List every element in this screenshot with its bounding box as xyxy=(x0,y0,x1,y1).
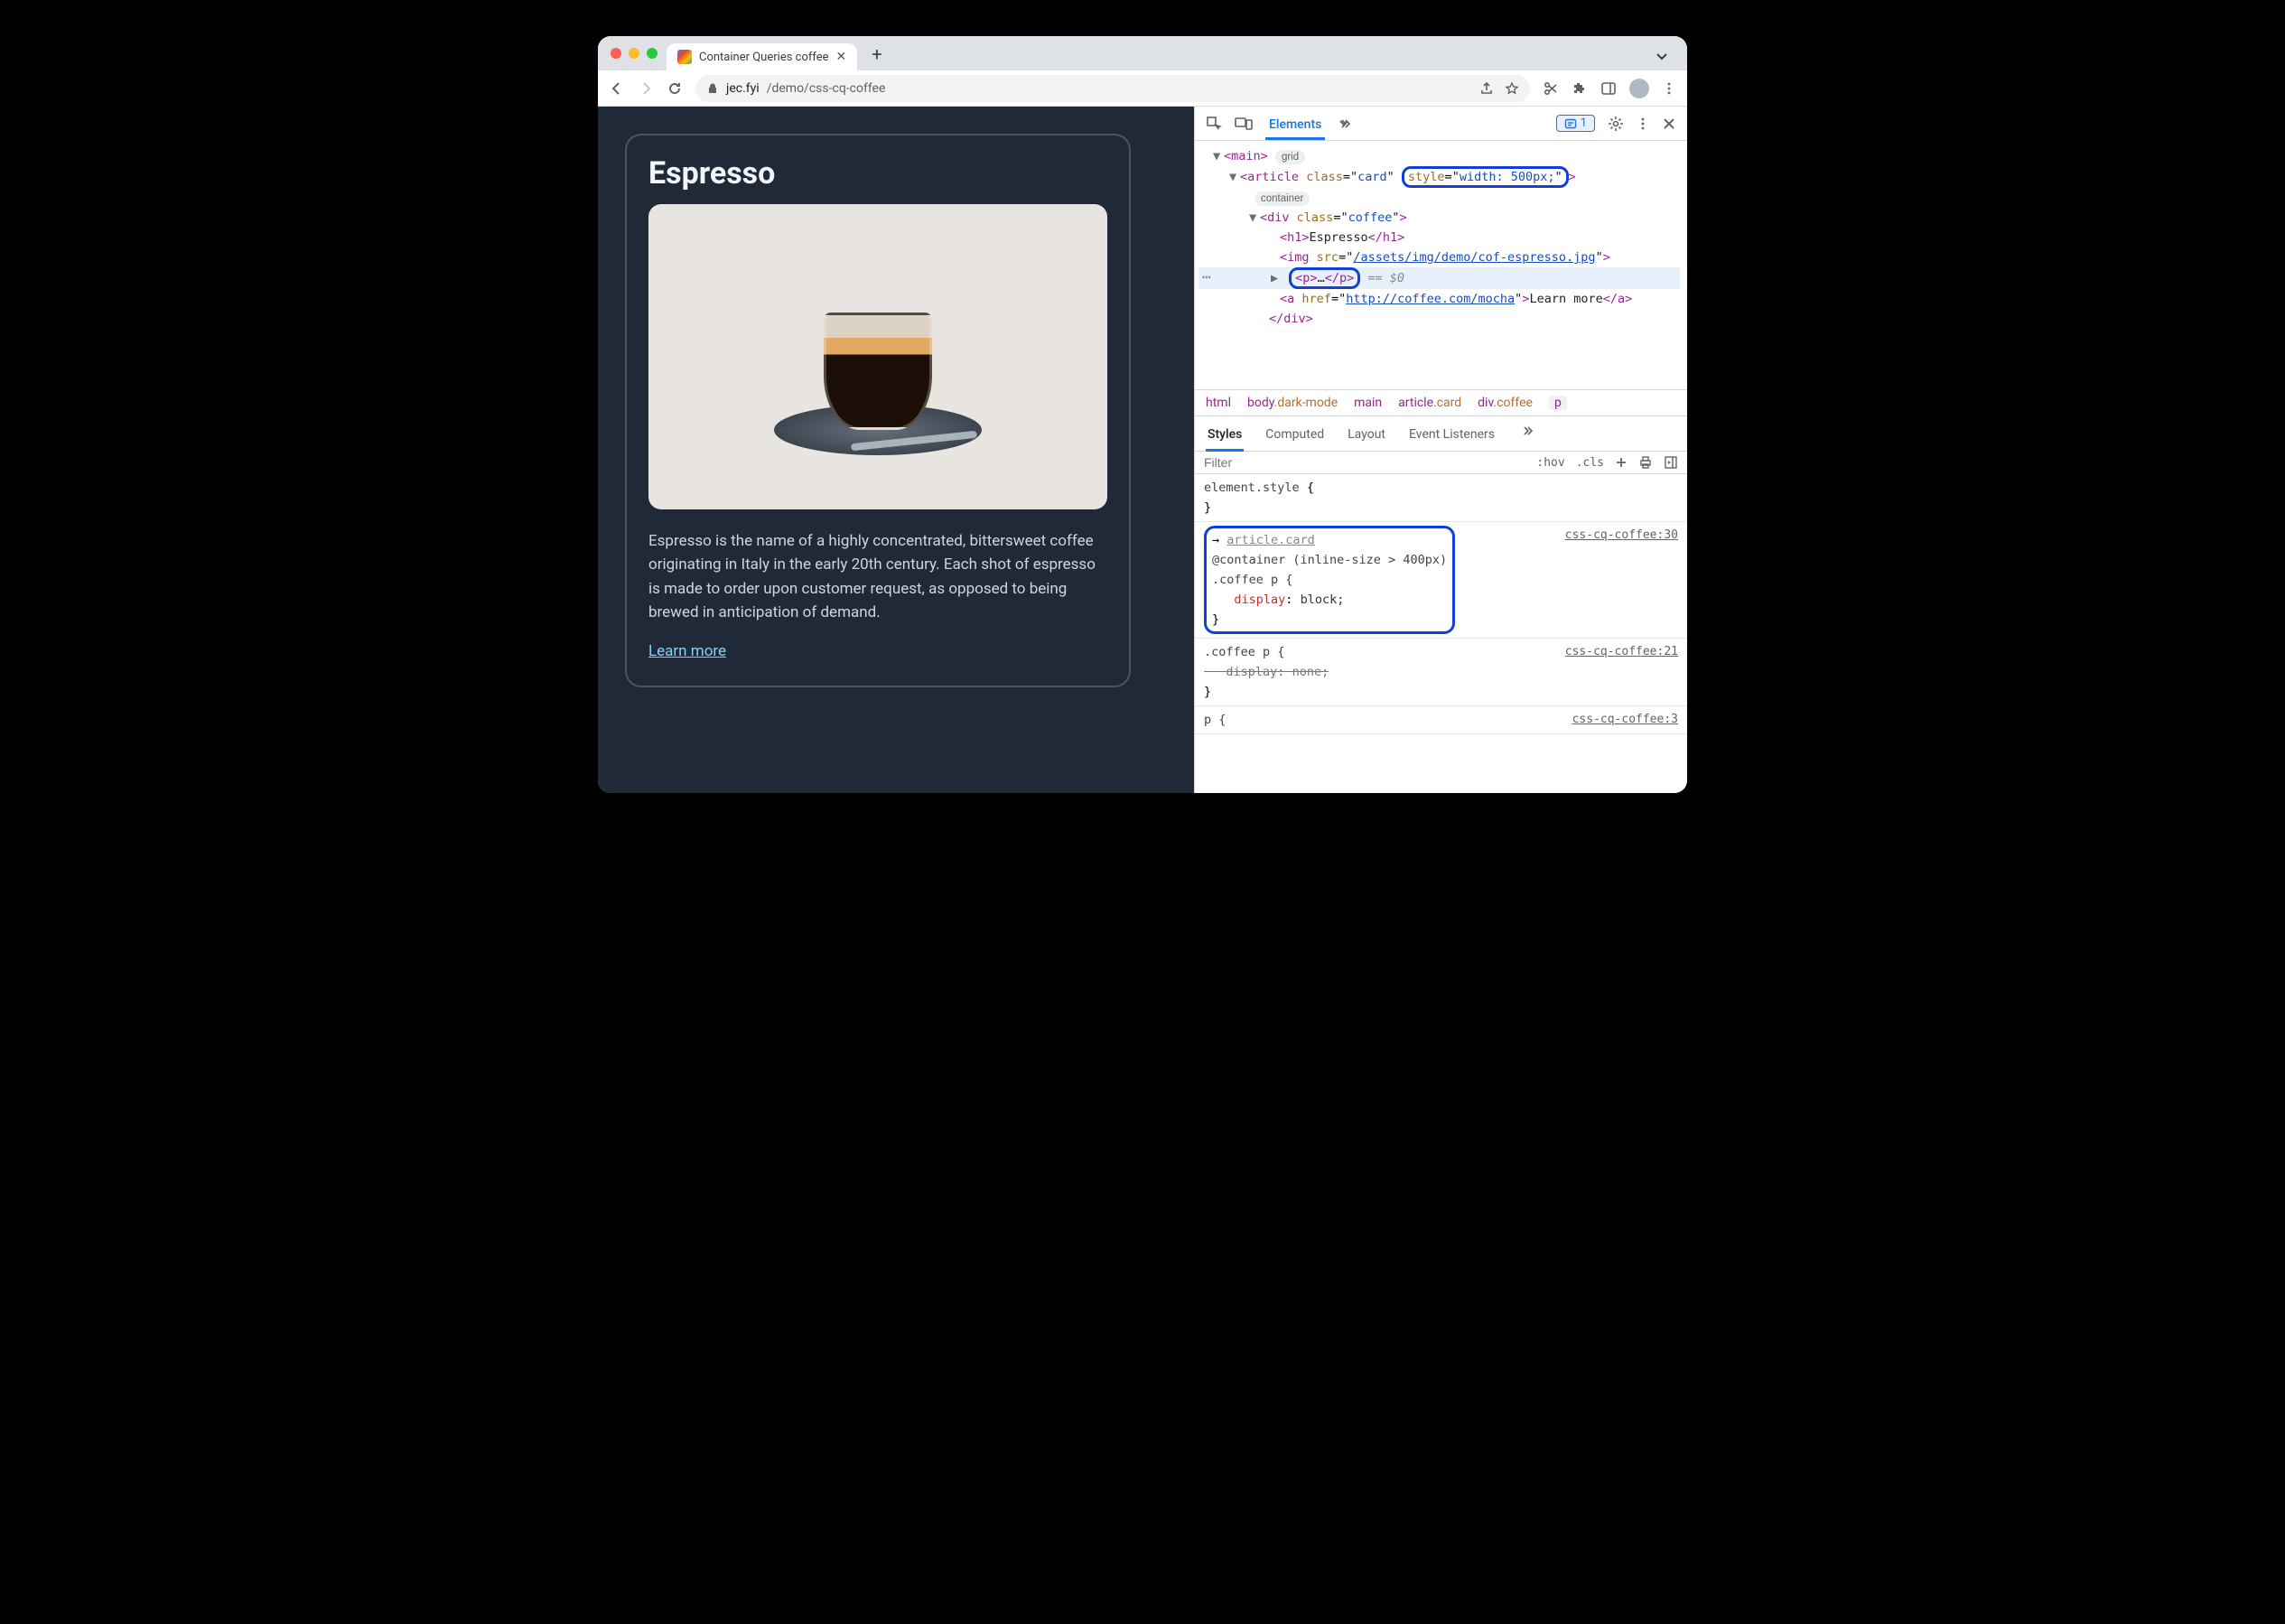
new-rule-icon[interactable] xyxy=(1615,456,1627,469)
coffee-image xyxy=(648,204,1107,509)
styles-tabs: Styles Computed Layout Event Listeners xyxy=(1195,416,1687,452)
bookmark-icon[interactable] xyxy=(1505,81,1519,96)
card-title: Espresso xyxy=(648,155,1107,191)
rule-container-query[interactable]: css-cq-coffee:30 → article.card @contain… xyxy=(1195,522,1687,639)
tab-close-button[interactable]: ✕ xyxy=(836,50,847,64)
device-toggle-icon[interactable] xyxy=(1235,116,1253,132)
more-styles-tabs-icon[interactable] xyxy=(1520,424,1534,451)
event-listeners-tab[interactable]: Event Listeners xyxy=(1407,424,1497,451)
menu-button[interactable] xyxy=(1662,81,1676,96)
grid-badge[interactable]: grid xyxy=(1275,150,1305,164)
crumb[interactable]: div.coffee xyxy=(1478,396,1533,410)
reload-button[interactable] xyxy=(667,80,683,97)
rule-overridden[interactable]: css-cq-coffee:21 .coffee p { display: no… xyxy=(1195,639,1687,706)
styles-filter-row: :hov .cls xyxy=(1195,452,1687,474)
crumb-current[interactable]: p xyxy=(1549,396,1567,410)
profile-avatar[interactable] xyxy=(1629,79,1649,98)
address-bar[interactable]: jec.fyi/demo/css-cq-coffee xyxy=(695,75,1530,102)
window-controls xyxy=(611,48,658,66)
issues-chip[interactable]: 1 xyxy=(1556,115,1595,132)
container-badge[interactable]: container xyxy=(1254,191,1310,206)
favicon xyxy=(677,50,692,64)
rule-element-style[interactable]: element.style { } xyxy=(1195,474,1687,522)
hov-toggle[interactable]: :hov xyxy=(1536,456,1564,470)
styles-filter-input[interactable] xyxy=(1204,455,1525,470)
dom-breadcrumb[interactable]: html body.dark-mode main article.card di… xyxy=(1195,390,1687,416)
url-host: jec.fyi xyxy=(726,81,760,96)
crumb[interactable]: body.dark-mode xyxy=(1247,396,1338,410)
computed-tab[interactable]: Computed xyxy=(1264,424,1326,451)
share-icon[interactable] xyxy=(1479,81,1494,96)
maximize-window-button[interactable] xyxy=(647,48,658,59)
devtools-toolbar: Elements 1 xyxy=(1195,107,1687,141)
rule-p[interactable]: css-cq-coffee:3 p { xyxy=(1195,706,1687,734)
close-window-button[interactable] xyxy=(611,48,621,59)
print-icon[interactable] xyxy=(1638,455,1653,470)
settings-icon[interactable] xyxy=(1608,116,1624,132)
inspect-icon[interactable] xyxy=(1206,116,1222,132)
cls-toggle[interactable]: .cls xyxy=(1576,456,1604,470)
scissors-icon[interactable] xyxy=(1543,80,1559,97)
source-link[interactable]: css-cq-coffee:21 xyxy=(1565,642,1678,662)
url-path: /demo/css-cq-coffee xyxy=(767,81,886,96)
kebab-icon[interactable] xyxy=(1637,117,1649,131)
back-button[interactable] xyxy=(609,80,625,97)
tab-title: Container Queries coffee xyxy=(699,51,829,64)
learn-more-link[interactable]: Learn more xyxy=(648,642,726,660)
toolbar: jec.fyi/demo/css-cq-coffee xyxy=(598,70,1687,107)
tab-overflow-button[interactable] xyxy=(1646,49,1678,70)
layout-tab[interactable]: Layout xyxy=(1346,424,1387,451)
computed-sidebar-icon[interactable] xyxy=(1664,455,1678,470)
crumb[interactable]: main xyxy=(1354,396,1382,410)
lock-icon xyxy=(706,82,719,95)
content-area: Espresso Espresso is the name of a highl… xyxy=(598,107,1687,793)
issues-icon xyxy=(1564,117,1577,130)
crumb[interactable]: article.card xyxy=(1398,396,1461,410)
styles-rules[interactable]: element.style { } css-cq-coffee:30 → art… xyxy=(1195,474,1687,793)
card-description: Espresso is the name of a highly concent… xyxy=(648,529,1107,624)
new-tab-button[interactable]: + xyxy=(866,43,887,70)
browser-window: Container Queries coffee ✕ + jec.fyi/dem… xyxy=(598,36,1687,793)
source-link[interactable]: css-cq-coffee:3 xyxy=(1572,710,1678,730)
extensions-icon[interactable] xyxy=(1572,80,1588,97)
dom-tree[interactable]: ▼<main> grid ▼<article class="card" styl… xyxy=(1195,141,1687,390)
crumb[interactable]: html xyxy=(1206,396,1231,410)
source-link[interactable]: css-cq-coffee:30 xyxy=(1565,526,1678,546)
close-devtools-button[interactable] xyxy=(1662,117,1676,131)
browser-tab[interactable]: Container Queries coffee ✕ xyxy=(667,43,857,70)
elements-tab[interactable]: Elements xyxy=(1265,112,1325,140)
issues-count: 1 xyxy=(1581,117,1587,130)
forward-button xyxy=(638,80,654,97)
minimize-window-button[interactable] xyxy=(629,48,639,59)
panel-icon[interactable] xyxy=(1600,80,1617,97)
dom-selected-node[interactable]: ⋯▶ <p>…</p> == $0 xyxy=(1198,267,1680,289)
more-tabs-icon[interactable] xyxy=(1338,117,1352,131)
devtools-panel: Elements 1 ▼<main> grid ▼<article class=… xyxy=(1194,107,1687,793)
titlebar: Container Queries coffee ✕ + xyxy=(598,36,1687,70)
styles-tab[interactable]: Styles xyxy=(1206,424,1244,452)
coffee-card: Espresso Espresso is the name of a highl… xyxy=(625,134,1131,687)
rendered-page: Espresso Espresso is the name of a highl… xyxy=(598,107,1194,793)
